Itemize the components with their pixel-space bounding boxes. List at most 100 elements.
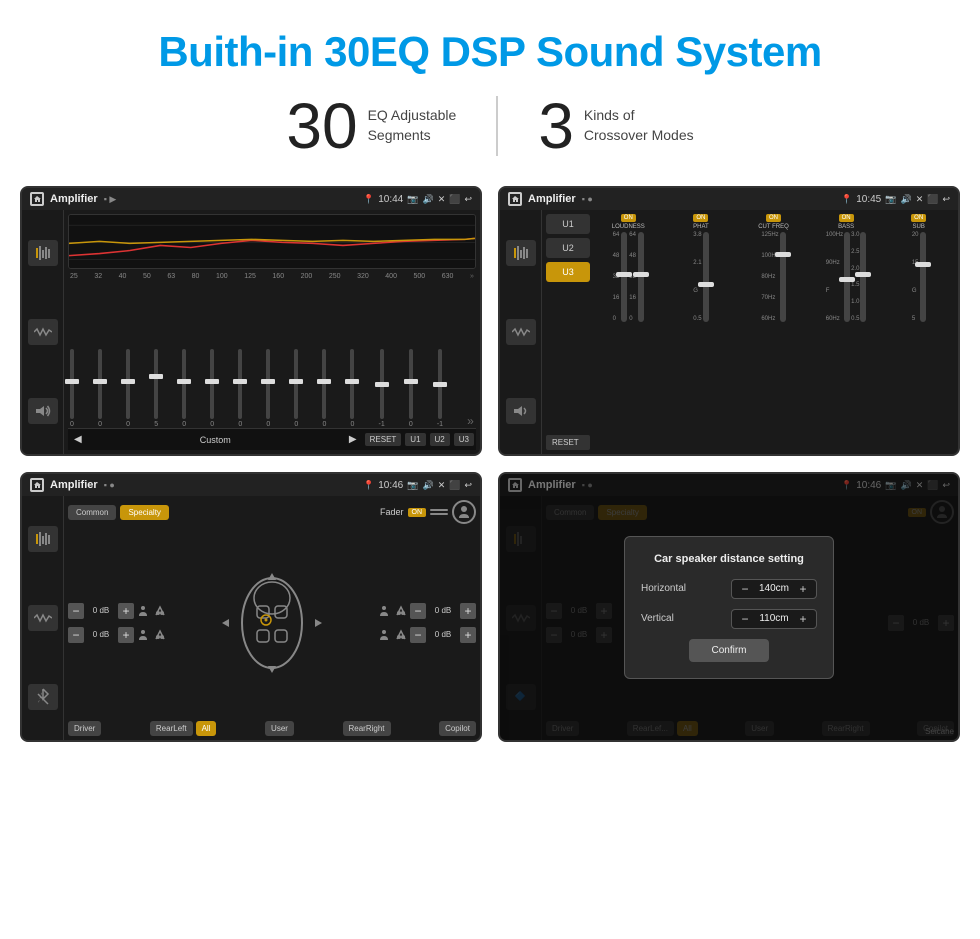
driver-btn-3[interactable]: Driver [68, 721, 101, 736]
db-minus-3[interactable]: − [410, 603, 426, 619]
loudness-label: LOUDNESS [612, 224, 645, 230]
eq-next-btn[interactable]: ▶ [345, 432, 361, 447]
eq-icon-1[interactable] [28, 240, 58, 266]
common-btn-3[interactable]: Common [68, 505, 116, 520]
db-plus-1[interactable]: + [118, 603, 134, 619]
rearright-btn-3[interactable]: RearRight [343, 721, 391, 736]
phat-on-badge[interactable]: ON [693, 214, 708, 222]
crossover-label-line1: Kinds of [584, 106, 694, 126]
rearleft-btn-3[interactable]: RearLeft [150, 721, 193, 736]
eq-slider-12[interactable]: -1 [379, 349, 385, 428]
page-title: Buith-in 30EQ DSP Sound System [158, 28, 821, 76]
wave-icon-2[interactable] [506, 319, 536, 345]
db-minus-2[interactable]: − [68, 627, 84, 643]
db-value-1: 0 dB [87, 606, 115, 615]
bass-slider2[interactable] [860, 232, 866, 322]
eq-slider-1[interactable]: 0 [70, 349, 74, 428]
vertical-minus[interactable]: − [738, 612, 752, 626]
preset-u3-btn[interactable]: U3 [546, 262, 590, 282]
vertical-plus[interactable]: + [796, 612, 810, 626]
status-bar-2: Amplifier ▪ ● 📍 10:45 📷 🔊 ✕ ⬛ ↩ [500, 188, 958, 210]
eq-slider-5[interactable]: 0 [182, 349, 186, 428]
loudness-slider[interactable] [621, 232, 627, 322]
bass-slider[interactable] [844, 232, 850, 322]
eq-slider-2[interactable]: 0 [98, 349, 102, 428]
screens-grid: Amplifier ▪ ▶ 📍 10:44 📷 🔊 ✕ ⬛ ↩ [0, 186, 980, 762]
sub-slider[interactable] [920, 232, 926, 322]
confirm-button[interactable]: Confirm [689, 639, 769, 662]
eq-slider-4[interactable]: 5 [154, 349, 158, 428]
eq-slider-13[interactable]: 0 [409, 349, 413, 428]
preset-u1-btn[interactable]: U1 [546, 214, 590, 234]
specialty-btn-3[interactable]: Specialty [120, 505, 168, 520]
eq-label-line2: Segments [368, 126, 457, 146]
copilot-btn-3[interactable]: Copilot [439, 721, 476, 736]
screen-speaker: Amplifier ▪ ● 📍 10:46 📷 🔊 ✕ ⬛ ↩ [20, 472, 482, 742]
sub-on-badge[interactable]: ON [911, 214, 926, 222]
cutfreq-on-badge[interactable]: ON [766, 214, 781, 222]
eq-slider-11[interactable]: 0 [350, 349, 354, 428]
eq-u2-btn[interactable]: U2 [430, 433, 450, 446]
horizontal-row: Horizontal − 140cm + [641, 579, 817, 599]
eq-stat: 30 EQ Adjustable Segments [246, 94, 496, 158]
app-title-2: Amplifier [528, 193, 576, 205]
horizontal-label: Horizontal [641, 583, 696, 594]
volume-icon-1[interactable] [28, 398, 58, 424]
db-plus-2[interactable]: + [118, 627, 134, 643]
wave-icon-3[interactable] [28, 605, 58, 631]
crossover-reset-btn[interactable]: RESET [546, 435, 590, 450]
phat-slider[interactable] [703, 232, 709, 322]
side-controls-1 [22, 210, 64, 454]
dialog-title: Car speaker distance setting [641, 553, 817, 565]
eq-slider-9[interactable]: 0 [294, 349, 298, 428]
loudness-slider2[interactable] [638, 232, 644, 322]
vertical-label: Vertical [641, 613, 696, 624]
wave-icon-1[interactable] [28, 319, 58, 345]
db-minus-4[interactable]: − [410, 627, 426, 643]
bluetooth-icon-3[interactable] [28, 684, 58, 710]
time-2: 10:45 [856, 194, 881, 205]
eq-icon-3[interactable] [28, 526, 58, 552]
bass-on-badge[interactable]: ON [839, 214, 854, 222]
eq-reset-btn[interactable]: RESET [365, 433, 402, 446]
db-plus-3[interactable]: + [460, 603, 476, 619]
cutfreq-label: CUT FREQ [758, 224, 789, 230]
home-icon-2[interactable] [508, 192, 522, 206]
app-title-3: Amplifier [50, 479, 98, 491]
status-bar-1: Amplifier ▪ ▶ 📍 10:44 📷 🔊 ✕ ⬛ ↩ [22, 188, 480, 210]
eq-label-line1: EQ Adjustable [368, 106, 457, 126]
eq-slider-6[interactable]: 0 [210, 349, 214, 428]
eq-slider-14[interactable]: -1 [437, 349, 443, 428]
horizontal-plus[interactable]: + [796, 582, 810, 596]
eq-sliders: 0 0 0 5 0 [68, 282, 476, 428]
eq-slider-10[interactable]: 0 [322, 349, 326, 428]
db-value-3: 0 dB [429, 606, 457, 615]
vertical-input[interactable]: − 110cm + [731, 609, 817, 629]
eq-u1-btn[interactable]: U1 [405, 433, 425, 446]
eq-u3-btn[interactable]: U3 [454, 433, 474, 446]
eq-slider-3[interactable]: 0 [126, 349, 130, 428]
eq-icon-2[interactable] [506, 240, 536, 266]
sub-label: SUB [913, 224, 925, 230]
horizontal-input[interactable]: − 140cm + [731, 579, 817, 599]
eq-slider-7[interactable]: 0 [238, 349, 242, 428]
eq-slider-8[interactable]: 0 [266, 349, 270, 428]
distance-dialog: Car speaker distance setting Horizontal … [624, 536, 834, 679]
eq-prev-btn[interactable]: ◀ [70, 432, 86, 447]
cutfreq-slider[interactable] [780, 232, 786, 322]
user-btn-3[interactable]: User [265, 721, 294, 736]
horizontal-minus[interactable]: − [738, 582, 752, 596]
all-btn-3[interactable]: All [196, 721, 217, 736]
loudness-on-badge[interactable]: ON [621, 214, 636, 222]
screen-eq: Amplifier ▪ ▶ 📍 10:44 📷 🔊 ✕ ⬛ ↩ [20, 186, 482, 456]
db-plus-4[interactable]: + [460, 627, 476, 643]
home-icon-1[interactable] [30, 192, 44, 206]
home-icon-3[interactable] [30, 478, 44, 492]
fader-on-badge-3[interactable]: ON [408, 508, 427, 517]
volume-icon-2[interactable] [506, 398, 536, 424]
dialog-overlay: Car speaker distance setting Horizontal … [500, 474, 958, 740]
preset-u2-btn[interactable]: U2 [546, 238, 590, 258]
db-minus-1[interactable]: − [68, 603, 84, 619]
bass-label: BASS [838, 224, 854, 230]
status-bar-3: Amplifier ▪ ● 📍 10:46 📷 🔊 ✕ ⬛ ↩ [22, 474, 480, 496]
